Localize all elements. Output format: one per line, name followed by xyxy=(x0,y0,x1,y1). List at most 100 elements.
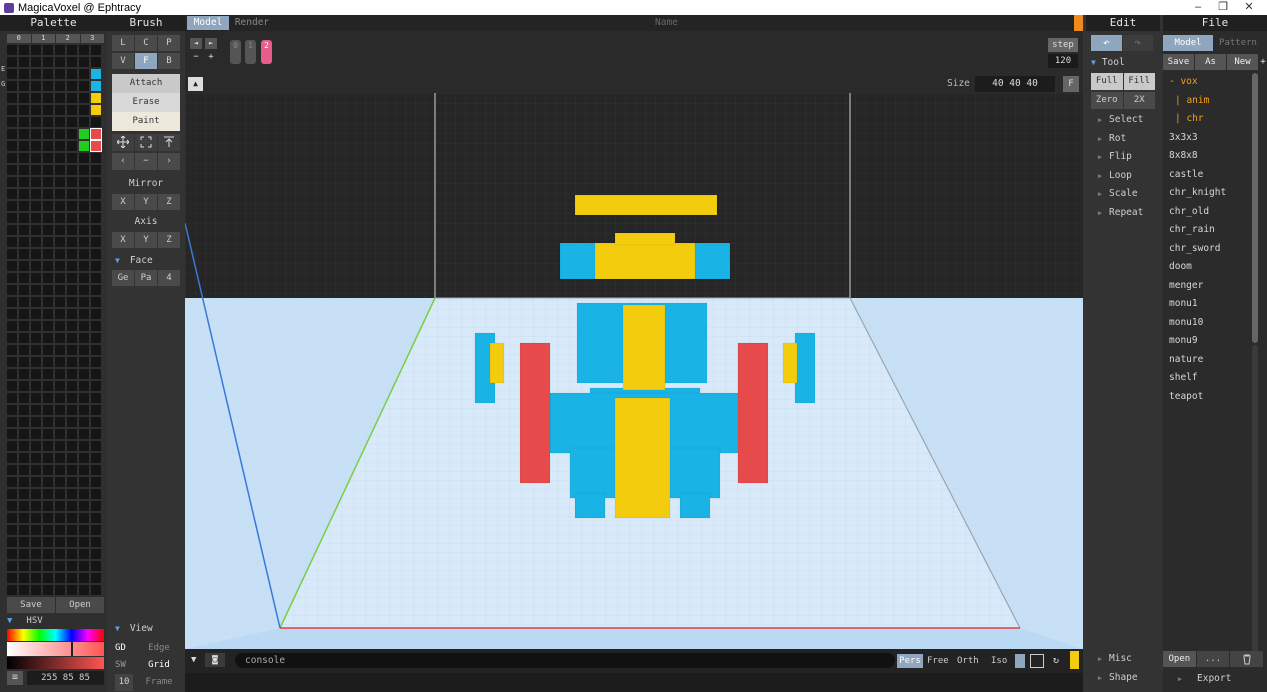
file-save-as-button[interactable]: As xyxy=(1195,54,1226,70)
palette-swatch[interactable] xyxy=(43,57,53,67)
palette-swatch[interactable] xyxy=(79,465,89,475)
palette-swatch[interactable] xyxy=(91,525,101,535)
palette-swatch[interactable] xyxy=(91,93,101,103)
palette-swatch[interactable] xyxy=(19,165,29,175)
palette-swatch[interactable] xyxy=(91,117,101,127)
palette-swatch[interactable] xyxy=(31,201,41,211)
reset-view-icon[interactable]: ↻ xyxy=(1049,654,1063,668)
add-frame-icon[interactable]: + xyxy=(205,52,217,63)
palette-swatch[interactable] xyxy=(55,105,65,115)
palette-swatch[interactable] xyxy=(55,489,65,499)
palette-swatch[interactable] xyxy=(7,69,17,79)
palette-swatch[interactable] xyxy=(67,201,77,211)
palette-swatch[interactable] xyxy=(7,249,17,259)
brush-center-button[interactable]: C xyxy=(135,35,157,51)
palette-swatch[interactable] xyxy=(31,297,41,307)
palette-swatch[interactable] xyxy=(79,417,89,427)
palette-swatch[interactable] xyxy=(19,345,29,355)
palette-swatch[interactable] xyxy=(79,573,89,583)
move-icon[interactable] xyxy=(112,134,134,151)
palette-swatch[interactable] xyxy=(79,489,89,499)
file-item[interactable]: chr_sword xyxy=(1163,240,1251,259)
value-slider[interactable] xyxy=(7,657,104,669)
paint-mode-button[interactable]: Paint xyxy=(112,112,180,131)
trash-icon[interactable] xyxy=(1230,651,1264,667)
palette-swatch[interactable] xyxy=(79,93,89,103)
palette-swatch[interactable] xyxy=(67,333,77,343)
palette-swatch[interactable] xyxy=(79,189,89,199)
palette-swatch[interactable] xyxy=(55,393,65,403)
palette-swatch[interactable] xyxy=(91,237,101,247)
palette-swatch[interactable] xyxy=(91,513,101,523)
palette-page-tab[interactable]: 1 xyxy=(31,34,55,43)
palette-swatch[interactable] xyxy=(31,549,41,559)
palette-swatch[interactable] xyxy=(31,117,41,127)
axis-y-button[interactable]: Y xyxy=(135,232,157,248)
palette-swatch[interactable] xyxy=(43,465,53,475)
palette-swatch[interactable] xyxy=(7,441,17,451)
palette-swatch[interactable] xyxy=(31,249,41,259)
palette-swatch[interactable] xyxy=(43,489,53,499)
tab-render[interactable]: Render xyxy=(231,16,273,30)
file-item[interactable]: doom xyxy=(1163,258,1251,277)
folder-vox[interactable]: - vox xyxy=(1163,73,1251,92)
palette-swatch[interactable] xyxy=(7,201,17,211)
palette-swatch[interactable] xyxy=(79,525,89,535)
palette-swatch[interactable] xyxy=(43,129,53,139)
palette-swatch[interactable] xyxy=(7,453,17,463)
file-tab-model[interactable]: Model xyxy=(1163,35,1213,51)
palette-swatch[interactable] xyxy=(79,81,89,91)
palette-swatch[interactable] xyxy=(19,93,29,103)
file-item[interactable]: shelf xyxy=(1163,369,1251,388)
palette-swatch[interactable] xyxy=(67,321,77,331)
palette-swatch[interactable] xyxy=(79,273,89,283)
palette-swatch[interactable] xyxy=(55,549,65,559)
iso-button[interactable]: Iso xyxy=(991,654,1007,668)
palette-swatch[interactable] xyxy=(19,141,29,151)
frame-0[interactable]: 0 xyxy=(230,40,241,64)
axis-x-button[interactable]: X xyxy=(112,232,134,248)
palette-swatch[interactable] xyxy=(7,381,17,391)
file-item[interactable]: monu1 xyxy=(1163,295,1251,314)
palette-swatch[interactable] xyxy=(19,237,29,247)
palette-swatch[interactable] xyxy=(19,417,29,427)
palette-swatch[interactable] xyxy=(43,333,53,343)
palette-swatch[interactable] xyxy=(19,249,29,259)
palette-swatch[interactable] xyxy=(19,45,29,55)
palette-swatch[interactable] xyxy=(31,513,41,523)
view-frame-button[interactable]: Frame xyxy=(137,674,181,691)
palette-swatch[interactable] xyxy=(19,201,29,211)
3d-viewport[interactable] xyxy=(185,93,1083,649)
palette-swatch[interactable] xyxy=(31,405,41,415)
palette-swatch[interactable] xyxy=(79,201,89,211)
palette-swatch[interactable] xyxy=(19,333,29,343)
palette-swatch[interactable] xyxy=(7,525,17,535)
palette-swatch[interactable] xyxy=(31,189,41,199)
palette-swatch[interactable] xyxy=(79,285,89,295)
palette-swatch[interactable] xyxy=(43,309,53,319)
palette-swatch[interactable] xyxy=(91,285,101,295)
palette-swatch[interactable] xyxy=(19,177,29,187)
palette-swatch[interactable] xyxy=(55,237,65,247)
palette-swatch[interactable] xyxy=(7,117,17,127)
palette-swatch[interactable] xyxy=(91,417,101,427)
camera-icon[interactable]: ◙ xyxy=(205,653,225,667)
palette-swatch[interactable] xyxy=(91,561,101,571)
palette-swatch[interactable] xyxy=(43,477,53,487)
palette-swatch[interactable] xyxy=(31,165,41,175)
palette-swatch[interactable] xyxy=(79,249,89,259)
palette-swatch[interactable] xyxy=(31,393,41,403)
palette-swatch[interactable] xyxy=(43,81,53,91)
palette-swatch[interactable] xyxy=(7,81,17,91)
view-collapse-icon[interactable]: ▼ xyxy=(115,624,120,633)
mirror-z-button[interactable]: Z xyxy=(158,194,180,210)
palette-swatch[interactable] xyxy=(67,585,77,595)
palette-swatch[interactable] xyxy=(7,141,17,151)
palette-swatch[interactable] xyxy=(79,333,89,343)
palette-swatch[interactable] xyxy=(67,225,77,235)
palette-swatch[interactable] xyxy=(43,93,53,103)
palette-swatch[interactable] xyxy=(55,441,65,451)
palette-swatch[interactable] xyxy=(7,549,17,559)
palette-swatch[interactable] xyxy=(31,309,41,319)
next-icon[interactable]: › xyxy=(158,153,180,170)
